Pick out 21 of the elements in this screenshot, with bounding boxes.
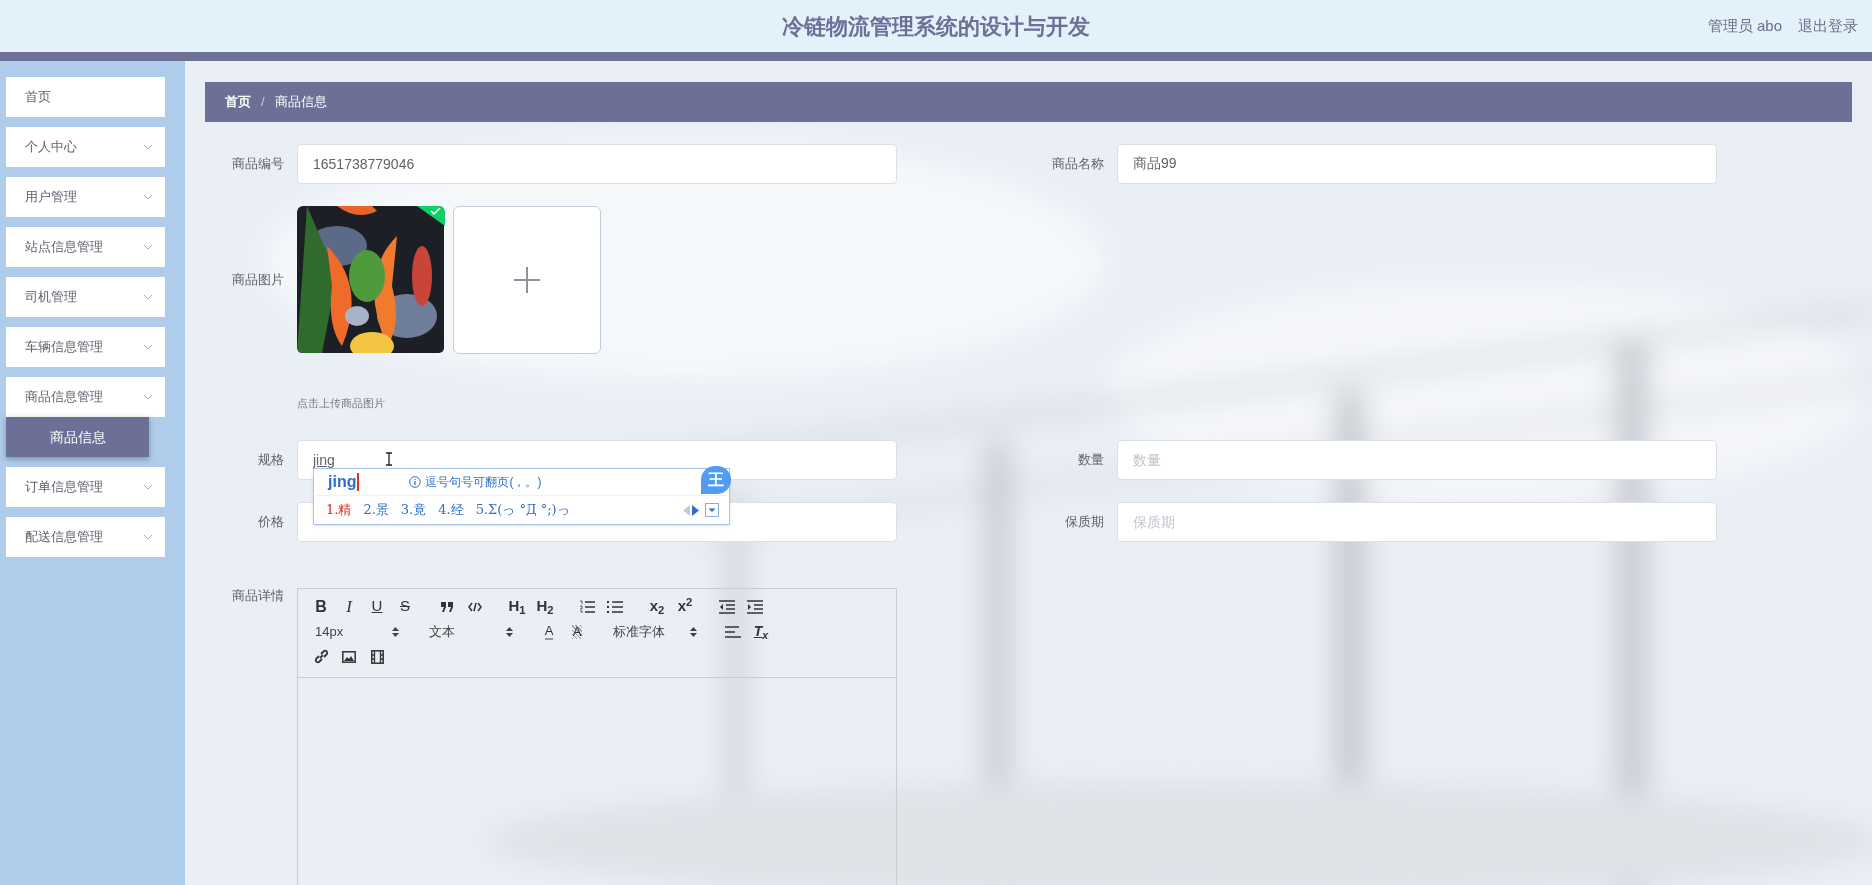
sidebar-item[interactable]: 用户管理: [6, 177, 165, 217]
chevron-down-icon: [143, 244, 153, 250]
sidebar-item[interactable]: 商品信息管理: [6, 377, 165, 417]
user-name: 管理员 abo: [1707, 15, 1782, 36]
chevron-down-icon: [143, 394, 153, 400]
sidebar-item[interactable]: 个人中心: [6, 127, 165, 167]
sidebar-item[interactable]: 首页: [6, 77, 165, 117]
app-title: 冷链物流管理系统的设计与开发: [782, 12, 1090, 41]
chevron-down-icon: [143, 344, 153, 350]
chevron-down-icon: [143, 484, 153, 490]
sidebar-item[interactable]: 站点信息管理: [6, 227, 165, 267]
sidebar-item[interactable]: 司机管理: [6, 277, 165, 317]
logout-link[interactable]: 退出登录: [1798, 14, 1858, 38]
submenu-item[interactable]: 商品信息: [6, 417, 149, 457]
chevron-down-icon: [143, 294, 153, 300]
chevron-down-icon: [143, 534, 153, 540]
chevron-down-icon: [143, 144, 153, 150]
sidebar-item[interactable]: 订单信息管理: [6, 467, 165, 507]
sidebar-item[interactable]: 车辆信息管理: [6, 327, 165, 367]
chevron-down-icon: [143, 194, 153, 200]
sidebar-item[interactable]: 配送信息管理: [6, 517, 165, 557]
